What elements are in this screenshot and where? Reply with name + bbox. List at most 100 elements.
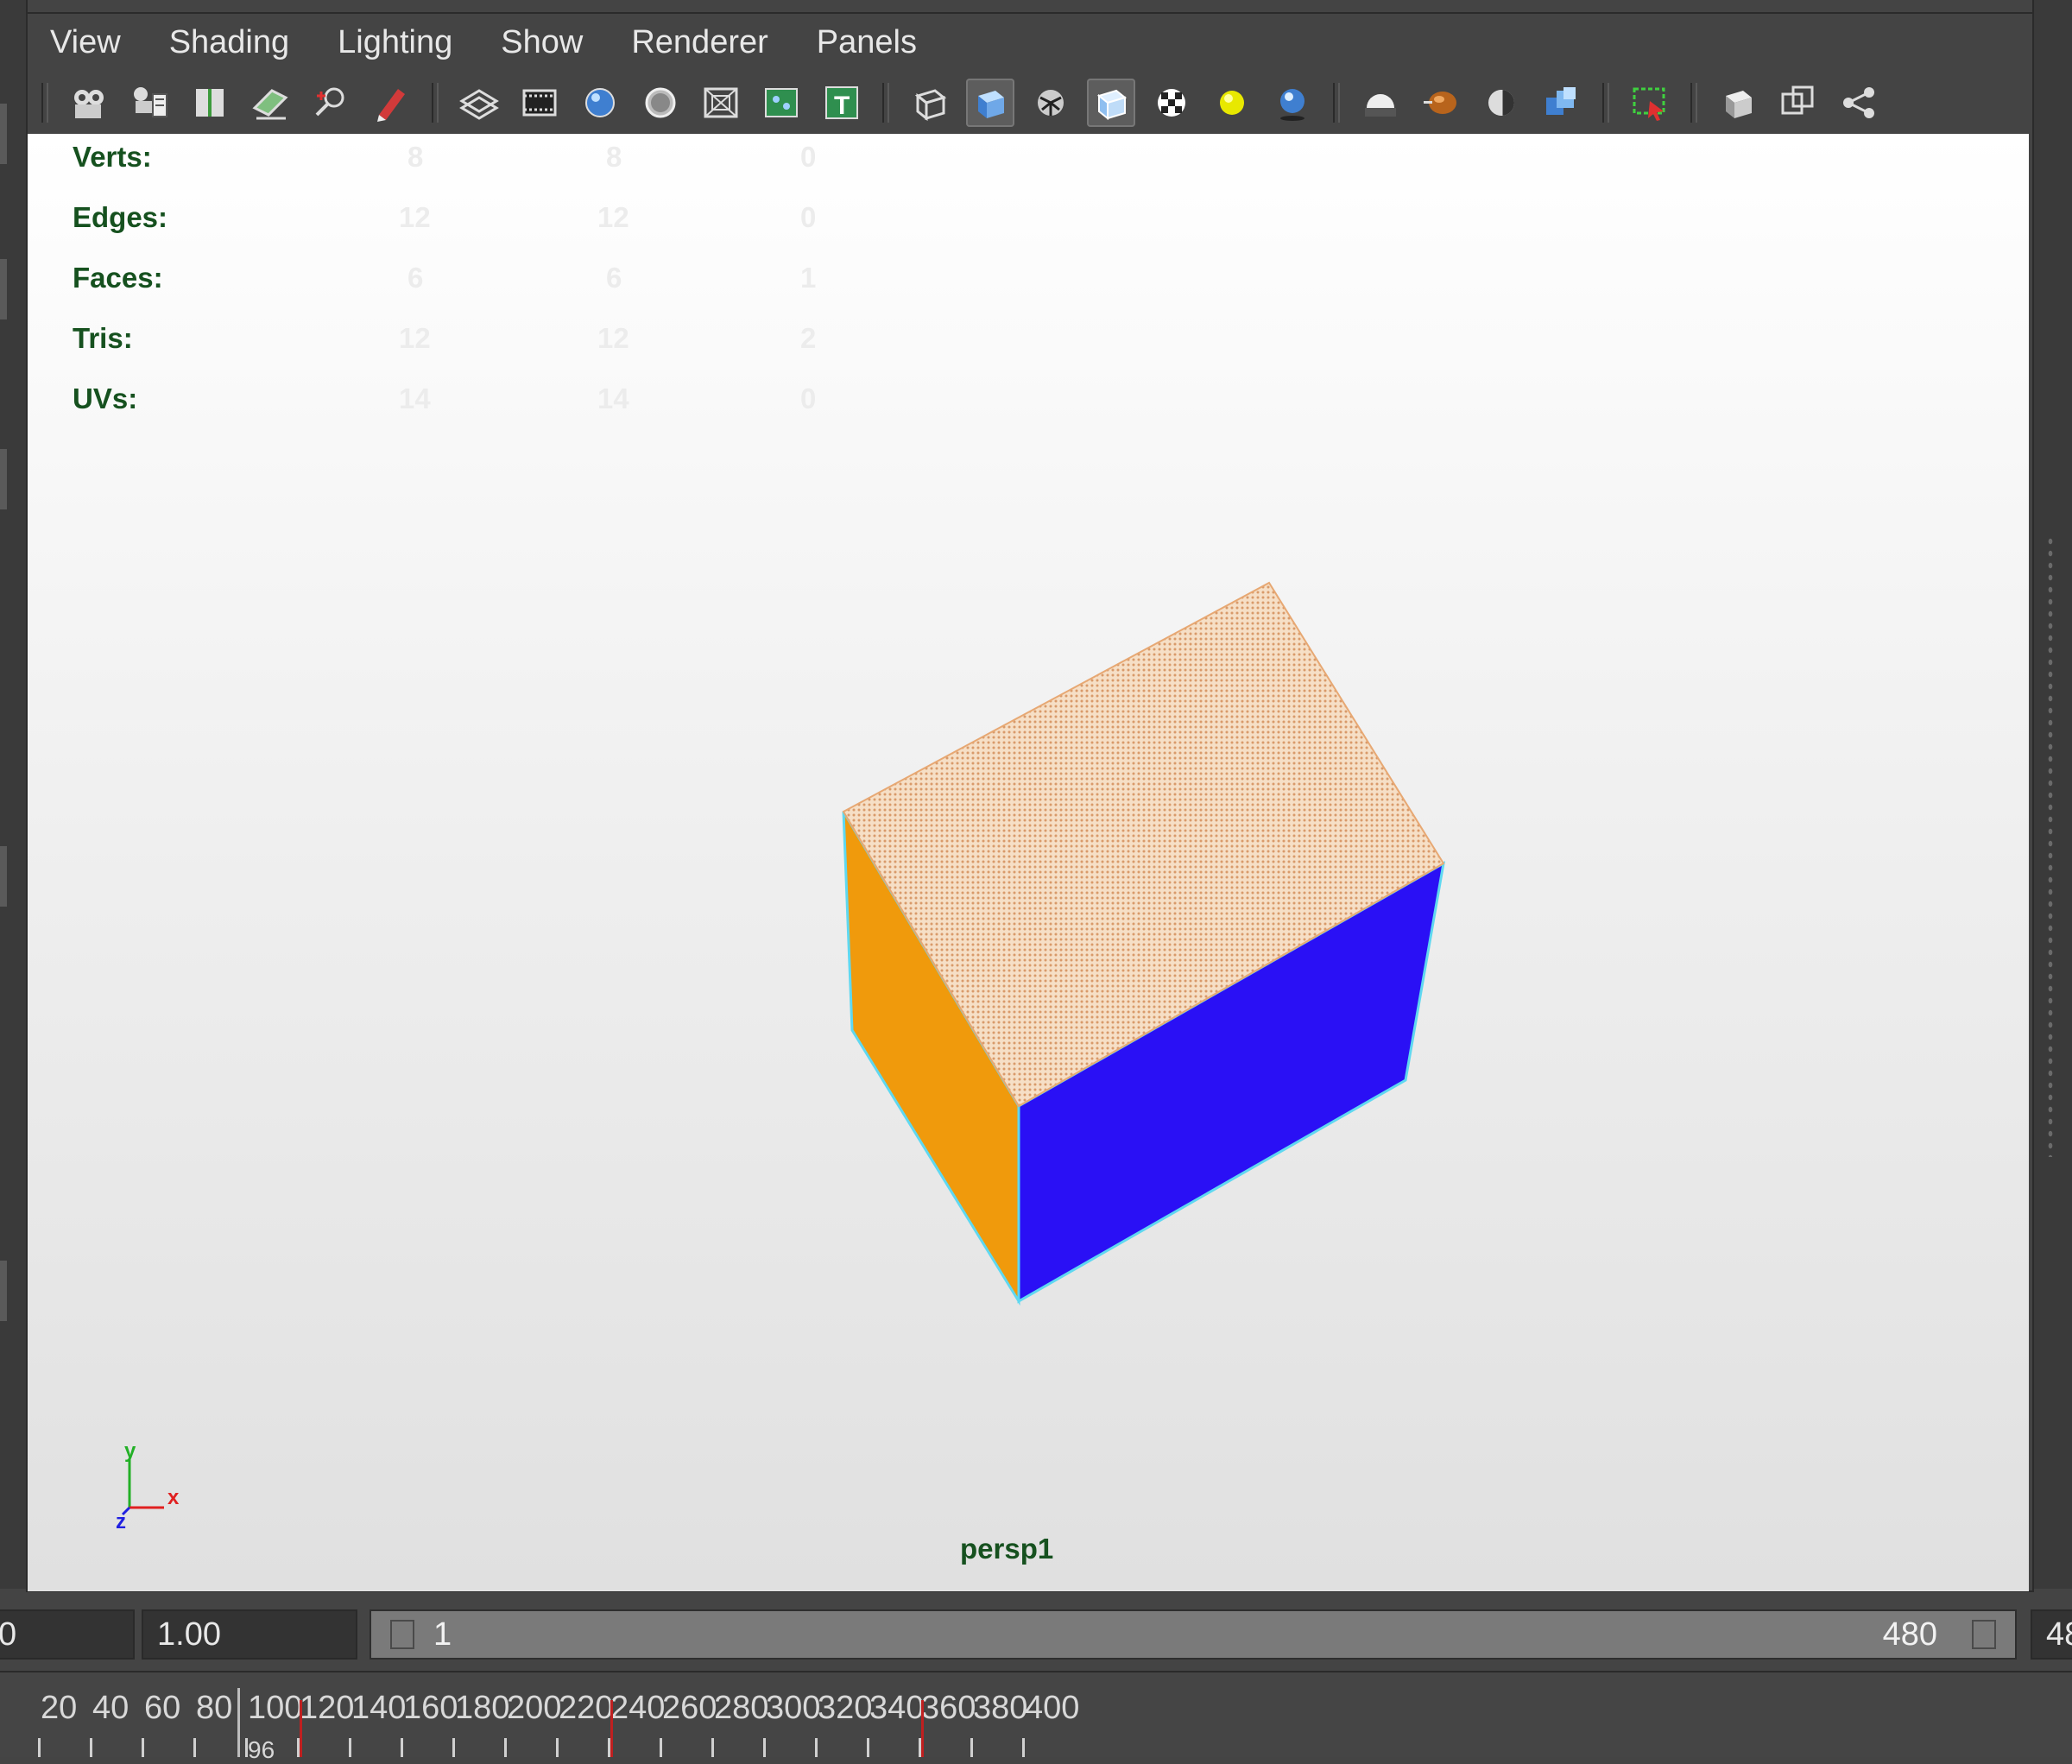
safe-title-button[interactable]: T [818, 79, 866, 127]
toolbar-separator[interactable] [882, 83, 889, 123]
svg-text:T: T [834, 92, 850, 120]
camera-button[interactable] [65, 79, 113, 127]
axis-y-label: y [124, 1442, 136, 1463]
timeline-frame-label: 200 [507, 1690, 562, 1726]
safe-action-button[interactable] [757, 79, 805, 127]
axis-gizmo: y x z [116, 1442, 180, 1528]
cube-mesh[interactable] [28, 134, 2029, 1591]
range-slider[interactable]: 1 480 [370, 1609, 2017, 1660]
xray-button[interactable] [1087, 79, 1135, 127]
timeline-tick [970, 1738, 973, 1757]
keyframe-marker[interactable] [300, 1700, 302, 1757]
playback-left-field[interactable]: 0 [0, 1609, 135, 1660]
isolate-select-icon [1633, 87, 1665, 121]
timeline-tick [556, 1738, 559, 1757]
wireframe-on-shaded-icon [1038, 90, 1064, 116]
xray-active-button[interactable] [1774, 79, 1822, 127]
timeline-frame-label: 260 [662, 1690, 717, 1726]
xray-joints-button[interactable] [1714, 79, 1762, 127]
textured-button[interactable] [1147, 79, 1196, 127]
toolbar-separator[interactable] [1333, 83, 1340, 123]
timeline-frame-label: 180 [455, 1690, 510, 1726]
screen-space-ao-button[interactable] [1356, 79, 1405, 127]
grease-pencil-button[interactable] [367, 79, 415, 127]
camera-icon [74, 90, 104, 118]
screen-space-ao-icon [1365, 94, 1396, 117]
menu-shading[interactable]: Shading [145, 24, 313, 61]
gate-mask-icon [645, 87, 676, 118]
menu-show[interactable]: Show [477, 24, 607, 61]
smooth-shade-icon [978, 91, 1004, 118]
wireframe-on-shaded-button[interactable] [1027, 79, 1075, 127]
current-time-cursor[interactable] [237, 1688, 240, 1757]
dock-tab[interactable] [0, 104, 7, 164]
timeline-frame-label: 100 [248, 1690, 303, 1726]
wireframe-button[interactable] [906, 79, 954, 127]
use-all-lights-icon [1220, 91, 1244, 115]
depth-of-field-button[interactable] [1538, 79, 1586, 127]
timeline-tick [349, 1738, 351, 1757]
menu-renderer[interactable]: Renderer [607, 24, 792, 61]
grid-icon [459, 89, 499, 120]
current-frame-label: 96 [248, 1736, 275, 1763]
timeline-tick [401, 1738, 403, 1757]
image-plane-icon [252, 89, 288, 120]
playback-end-field[interactable]: 48 [2031, 1609, 2072, 1660]
toolbar-separator[interactable] [1602, 83, 1609, 123]
wireframe-icon [914, 89, 947, 122]
grid-button[interactable] [455, 79, 503, 127]
menu-view[interactable]: View [26, 24, 145, 61]
toolbar-separator[interactable] [432, 83, 439, 123]
field-chart-button[interactable] [697, 79, 745, 127]
toolbar-separator[interactable] [1690, 83, 1697, 123]
image-plane-button[interactable] [246, 79, 294, 127]
3d-viewport[interactable]: Verts: Edges: Faces: Tris: UVs: 8 8 0 12… [28, 134, 2029, 1591]
bookmark-icon [196, 89, 224, 117]
timeline-tick [867, 1738, 869, 1757]
menu-panels[interactable]: Panels [793, 24, 941, 61]
range-slider-bar: 0 1.00 1 480 48 [0, 1604, 2072, 1665]
scroll-grip[interactable] [2046, 535, 2055, 1157]
resolution-gate-button[interactable] [576, 79, 624, 127]
timeline-frame-label: 220 [559, 1690, 614, 1726]
timeline-tick [1022, 1738, 1025, 1757]
keyframe-marker[interactable] [921, 1700, 924, 1757]
axis-z-label: z [116, 1510, 126, 1528]
dock-tab[interactable] [0, 449, 7, 509]
2d-pan-zoom-icon [315, 87, 344, 117]
smooth-shade-button[interactable] [966, 79, 1014, 127]
2d-pan-zoom-button[interactable] [306, 79, 355, 127]
shadows-button[interactable] [1268, 79, 1317, 127]
range-end-handle[interactable] [1972, 1620, 1996, 1649]
timeline-tick [763, 1738, 766, 1757]
use-all-lights-button[interactable] [1208, 79, 1256, 127]
dock-tab[interactable] [0, 846, 7, 907]
isolate-select-button[interactable] [1626, 79, 1674, 127]
timeline-tick [193, 1738, 196, 1757]
dock-tab[interactable] [0, 1261, 7, 1321]
textured-icon [1158, 89, 1185, 117]
anti-aliasing-icon [1488, 90, 1514, 116]
timeline-tick [660, 1738, 662, 1757]
keyframe-marker[interactable] [610, 1700, 613, 1757]
xray-icon [1096, 89, 1128, 121]
share-button[interactable] [1835, 79, 1883, 127]
anti-aliasing-button[interactable] [1477, 79, 1526, 127]
camera-attributes-button[interactable] [125, 79, 174, 127]
motion-blur-button[interactable] [1417, 79, 1465, 127]
dock-tab[interactable] [0, 259, 7, 319]
time-slider[interactable]: 20 40 60 80 100 120 140 160 180 200 220 240 260 280 30… [0, 1671, 2072, 1763]
bookmark-button[interactable] [186, 79, 234, 127]
range-start-value: 1 [433, 1616, 452, 1653]
timeline-frame-label: 400 [1025, 1690, 1080, 1726]
menu-lighting[interactable]: Lighting [313, 24, 477, 61]
range-start-handle[interactable] [390, 1620, 414, 1649]
share-icon [1843, 87, 1874, 118]
safe-title-icon: T [825, 86, 858, 120]
toolbar-separator[interactable] [41, 83, 48, 123]
film-gate-button[interactable] [515, 79, 564, 127]
timeline-frame-label: 360 [921, 1690, 976, 1726]
playback-start-field[interactable]: 1.00 [142, 1609, 357, 1660]
gate-mask-button[interactable] [636, 79, 685, 127]
timeline-tick [452, 1738, 455, 1757]
